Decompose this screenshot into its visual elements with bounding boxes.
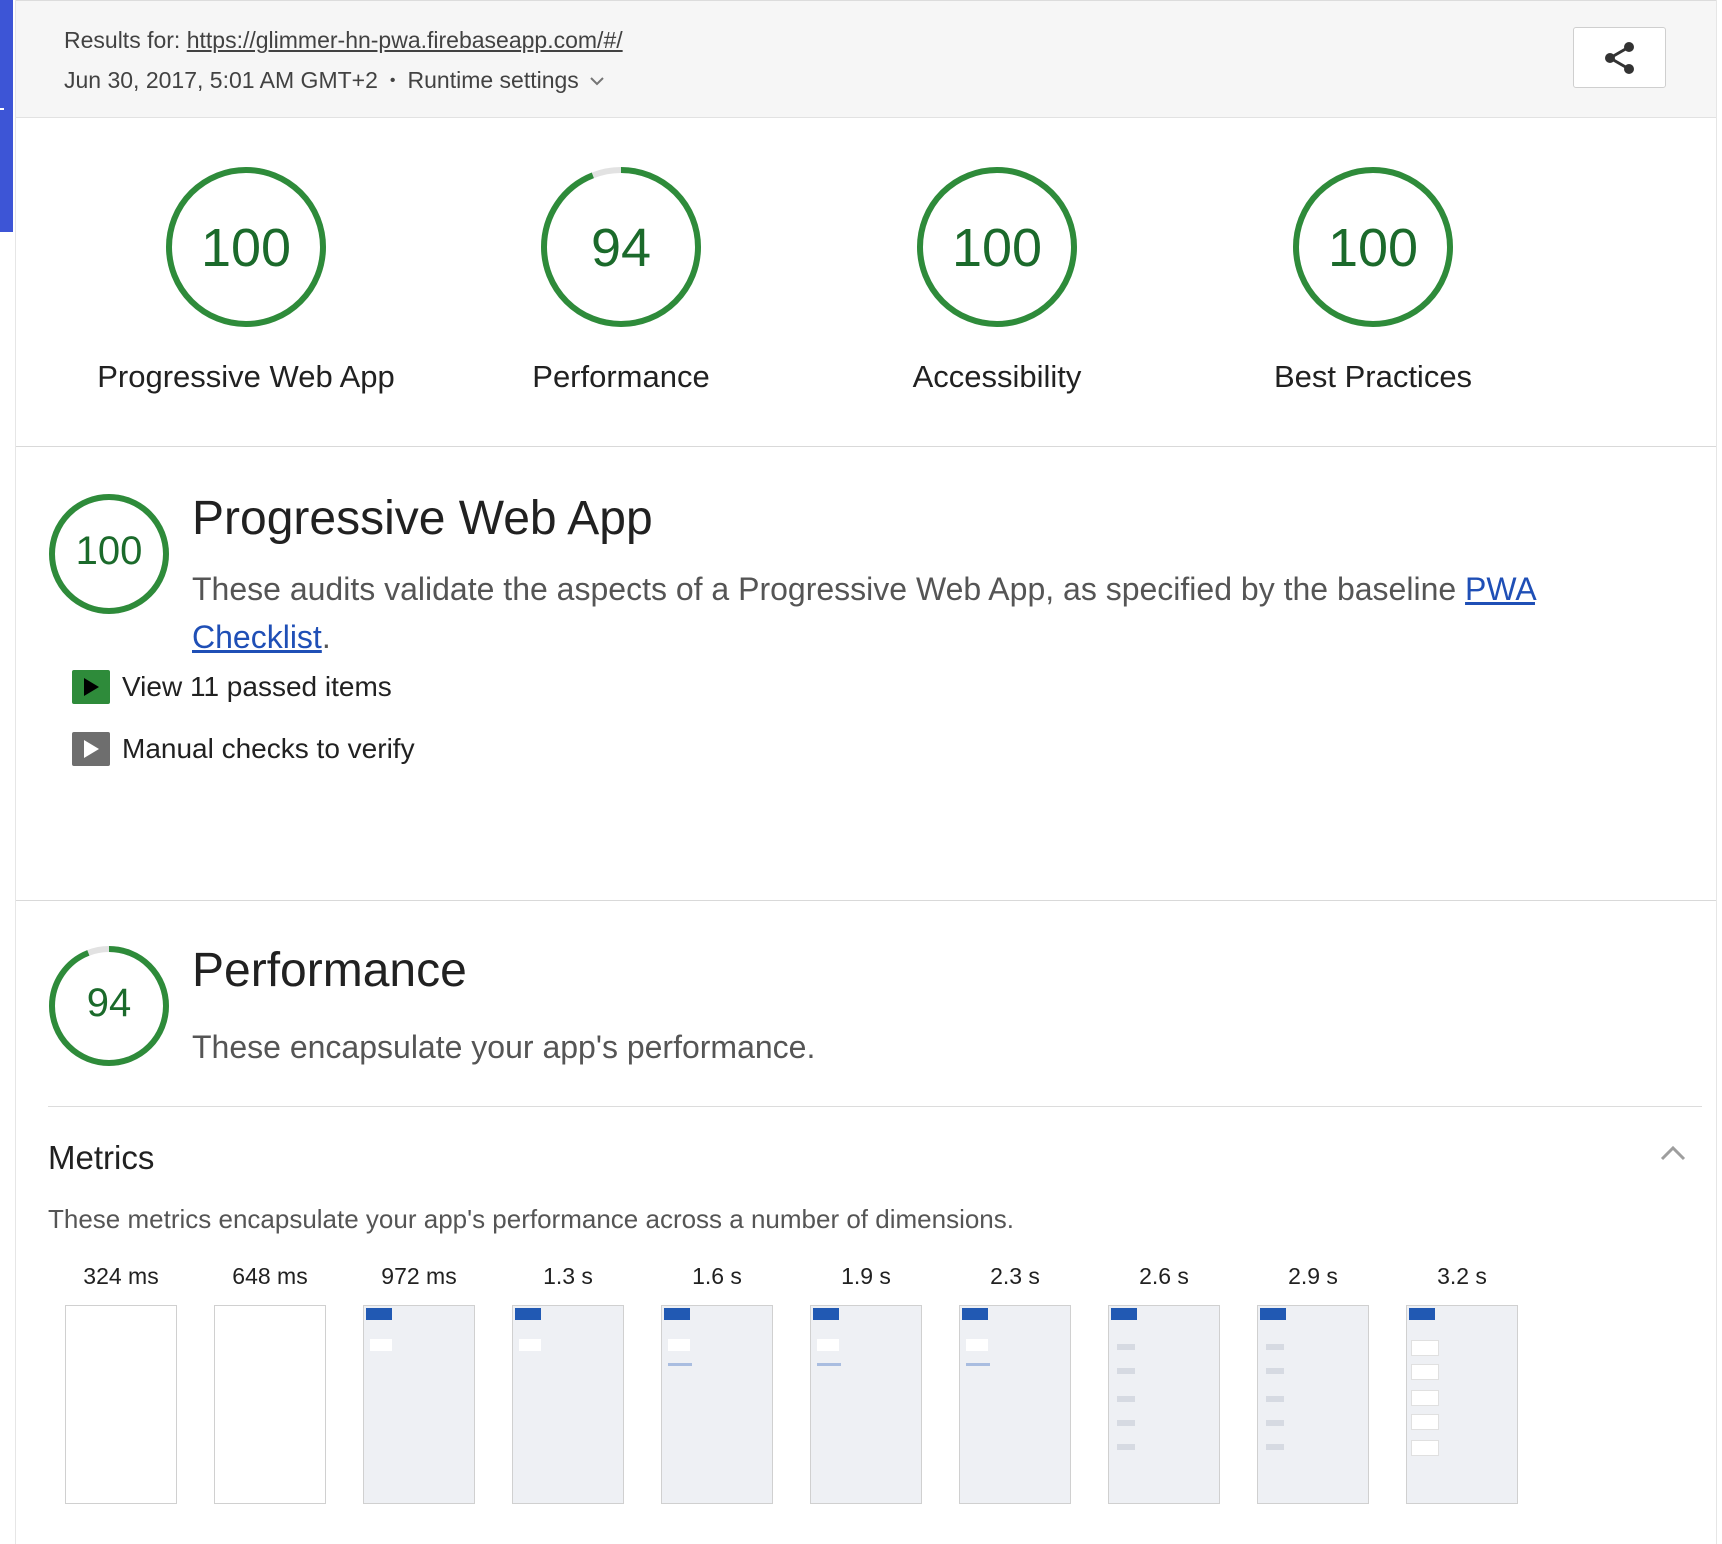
metrics-divider — [48, 1106, 1702, 1107]
gauge-score: 100 — [1327, 218, 1419, 278]
frame-timestamp: 2.9 s — [1288, 1263, 1338, 1289]
filmstrip-frame: 324 ms — [61, 1263, 181, 1504]
pwa-section: 100 Progressive Web App These audits val… — [16, 447, 1716, 901]
share-icon — [1604, 41, 1634, 74]
gauge-pwa[interactable]: 100 Progressive Web App — [46, 165, 446, 395]
frame-thumbnail — [1108, 1305, 1220, 1504]
pwa-section-title: Progressive Web App — [192, 492, 653, 545]
left-accent-bar — [0, 0, 13, 232]
performance-section-title: Performance — [192, 944, 467, 997]
filmstrip-frame: 2.6 s — [1104, 1263, 1224, 1504]
metrics-description: These metrics encapsulate your app's per… — [48, 1204, 1014, 1234]
chevron-down-icon — [590, 76, 604, 85]
frame-thumbnail — [810, 1305, 922, 1504]
passed-items-toggle[interactable]: View 11 passed items — [72, 670, 392, 704]
gauge-label: Progressive Web App — [97, 359, 395, 394]
pwa-description-text: These audits validate the aspects of a P… — [192, 571, 1457, 607]
meta-separator: • — [389, 71, 396, 89]
frame-thumbnail — [1257, 1305, 1369, 1504]
performance-section-gauge: 94 — [48, 945, 170, 1067]
report-header: Results for: https://glimmer-hn-pwa.fire… — [16, 0, 1716, 118]
performance-section-score: 94 — [86, 981, 132, 1025]
gauge-best-practices[interactable]: 100 Best Practices — [1173, 165, 1573, 395]
manual-checks-toggle[interactable]: Manual checks to verify — [72, 732, 415, 766]
score-gauges: 100 Progressive Web App 94 Performance 1… — [16, 117, 1716, 447]
manual-checks-label: Manual checks to verify — [122, 733, 415, 764]
runtime-settings-toggle[interactable]: Runtime settings — [408, 67, 605, 94]
frame-thumbnail — [214, 1305, 326, 1504]
gauge-accessibility[interactable]: 100 Accessibility — [797, 165, 1197, 395]
gauge-score: 100 — [200, 218, 292, 278]
frame-thumbnail — [959, 1305, 1071, 1504]
results-prefix: Results for: — [64, 27, 181, 53]
frame-timestamp: 324 ms — [83, 1263, 159, 1289]
frame-thumbnail — [363, 1305, 475, 1504]
pwa-section-gauge: 100 — [48, 493, 170, 615]
frame-thumbnail — [661, 1305, 773, 1504]
frame-timestamp: 2.6 s — [1139, 1263, 1189, 1289]
gauge-score: 94 — [590, 218, 652, 278]
results-line: Results for: https://glimmer-hn-pwa.fire… — [64, 27, 623, 54]
filmstrip-frame: 972 ms — [359, 1263, 479, 1504]
frame-timestamp: 648 ms — [232, 1263, 308, 1289]
report-date: Jun 30, 2017, 5:01 AM GMT+2 — [64, 67, 378, 93]
filmstrip-frame: 3.2 s — [1402, 1263, 1522, 1504]
filmstrip-frame: 1.3 s — [508, 1263, 628, 1504]
chevron-up-icon[interactable] — [1659, 1144, 1687, 1167]
pwa-section-score: 100 — [75, 529, 143, 573]
performance-section-description: These encapsulate your app's performance… — [192, 1029, 816, 1065]
gauge-label: Performance — [532, 359, 710, 394]
filmstrip-frame: 1.9 s — [806, 1263, 926, 1504]
play-icon — [72, 670, 110, 704]
gauge-performance[interactable]: 94 Performance — [421, 165, 821, 395]
pwa-description-period: . — [321, 619, 331, 655]
gauge-score: 100 — [951, 218, 1043, 278]
pwa-link-part: PWA — [1465, 571, 1535, 607]
filmstrip-frame: 2.3 s — [955, 1263, 1075, 1504]
frame-timestamp: 1.3 s — [543, 1263, 593, 1289]
frame-thumbnail — [512, 1305, 624, 1504]
passed-items-label: View 11 passed items — [122, 671, 392, 702]
frame-timestamp: 972 ms — [381, 1263, 457, 1289]
gauge-label: Accessibility — [912, 359, 1082, 394]
play-icon — [72, 732, 110, 766]
frame-thumbnail — [65, 1305, 177, 1504]
metrics-title: Metrics — [48, 1139, 155, 1176]
meta-line: Jun 30, 2017, 5:01 AM GMT+2 • Runtime se… — [64, 67, 605, 94]
filmstrip-frame: 648 ms — [210, 1263, 330, 1504]
filmstrip-frame: 1.6 s — [657, 1263, 777, 1504]
frame-timestamp: 2.3 s — [990, 1263, 1040, 1289]
runtime-settings-label: Runtime settings — [407, 67, 579, 93]
share-button[interactable] — [1573, 27, 1666, 88]
pwa-section-description: These audits validate the aspects of a P… — [192, 565, 1572, 661]
performance-section: 94 Performance These encapsulate your ap… — [16, 901, 1716, 1544]
frame-thumbnail — [1406, 1305, 1518, 1504]
report-url-link[interactable]: https://glimmer-hn-pwa.firebaseapp.com/#… — [187, 27, 623, 53]
filmstrip-frame: 2.9 s — [1253, 1263, 1373, 1504]
right-divider — [1716, 0, 1717, 1544]
frame-timestamp: 3.2 s — [1437, 1263, 1487, 1289]
frame-timestamp: 1.6 s — [692, 1263, 742, 1289]
checklist-link-part: Checklist — [192, 619, 322, 655]
frame-timestamp: 1.9 s — [841, 1263, 891, 1289]
gauge-label: Best Practices — [1273, 359, 1473, 394]
